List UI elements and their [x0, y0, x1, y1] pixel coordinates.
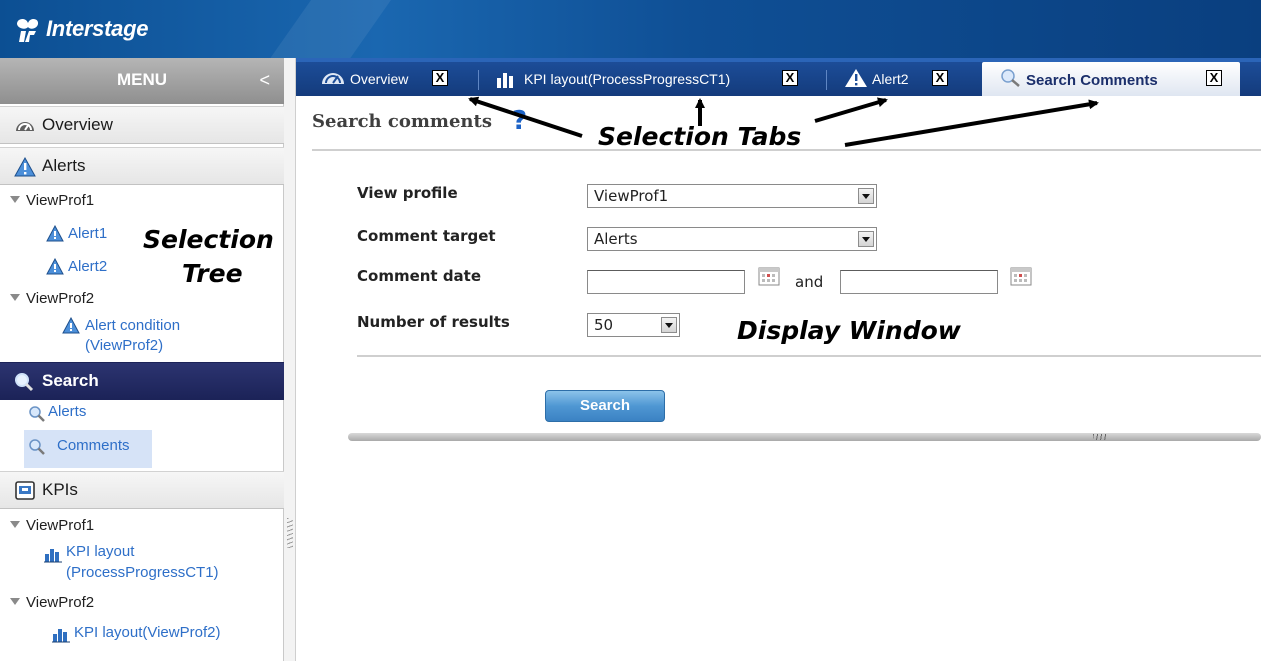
arrow-to-alert2-tab — [814, 97, 888, 123]
annotation-arrows — [468, 96, 1099, 147]
arrow-to-search-comments-tab — [844, 99, 1099, 147]
arrow-to-overview-tab — [468, 96, 583, 138]
